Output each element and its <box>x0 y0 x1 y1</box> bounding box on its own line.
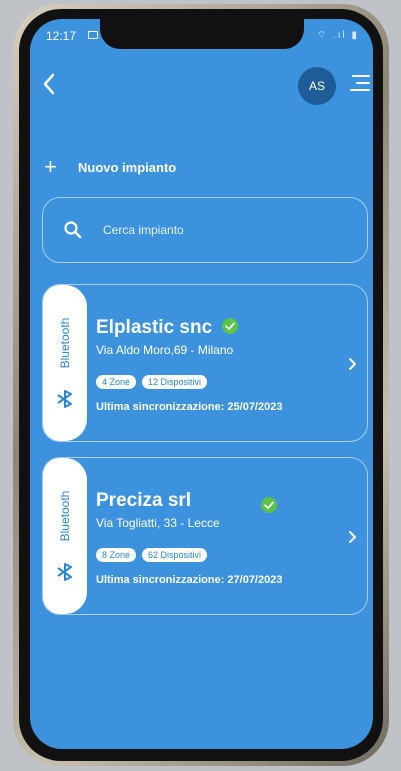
check-circle-icon <box>261 497 277 513</box>
menu-icon <box>352 75 370 77</box>
zones-badge: 4 Zone <box>96 375 137 389</box>
last-sync-text: Ultima sincronizzazione: 25/07/2023 <box>96 401 283 413</box>
chevron-right-icon <box>349 531 356 543</box>
connection-label: Bluetooth <box>58 317 72 369</box>
check-circle-icon <box>222 318 238 334</box>
status-time: 12:17 <box>46 29 77 43</box>
plant-card[interactable]: Bluetooth Elplastic snc Via Aldo Moro,69… <box>42 284 368 442</box>
back-button[interactable] <box>38 71 60 97</box>
avatar[interactable]: AS <box>298 67 336 105</box>
connection-tab: Bluetooth <box>43 458 87 614</box>
devices-badge: 12 Dispositivi <box>142 375 208 389</box>
connection-tab: Bluetooth <box>43 285 87 441</box>
new-plant-button[interactable]: + Nuovo impianto <box>44 155 176 179</box>
plus-icon: + <box>44 154 57 179</box>
connection-label: Bluetooth <box>58 490 72 542</box>
plant-address: Via Togliatti, 33 - Lecce <box>96 516 220 530</box>
devices-badge: 62 Dispositivi <box>142 548 208 562</box>
plant-address: Via Aldo Moro,69 - Milano <box>96 343 234 357</box>
camera-notch <box>100 19 304 49</box>
search-input[interactable]: Cerca impianto <box>42 197 368 263</box>
chevron-right-icon <box>349 358 356 370</box>
app-screen: 12:17 ⌔ .ıl ▮ AS + Nuovo impianto Cerca … <box>30 19 373 749</box>
plant-name: Elplastic snc <box>96 317 213 338</box>
plant-tags: 4 Zone 12 Dispositivi <box>96 375 208 389</box>
menu-button[interactable] <box>348 73 370 95</box>
status-icons: ⌔ .ıl ▮ <box>316 30 359 41</box>
bluetooth-icon <box>57 390 72 408</box>
plant-name: Preciza srl <box>96 490 192 511</box>
plant-card[interactable]: Bluetooth Preciza srl Via Togliatti, 33 … <box>42 457 368 615</box>
search-icon <box>64 221 82 239</box>
chevron-left-icon <box>43 73 55 95</box>
zones-badge: 8 Zone <box>96 548 137 562</box>
last-sync-text: Ultima sincronizzazione: 27/07/2023 <box>96 574 283 586</box>
search-placeholder: Cerca impianto <box>103 223 184 237</box>
plant-tags: 8 Zone 62 Dispositivi <box>96 548 208 562</box>
bluetooth-icon <box>57 563 72 581</box>
new-plant-label: Nuovo impianto <box>78 159 177 175</box>
image-notification-icon <box>88 31 98 39</box>
